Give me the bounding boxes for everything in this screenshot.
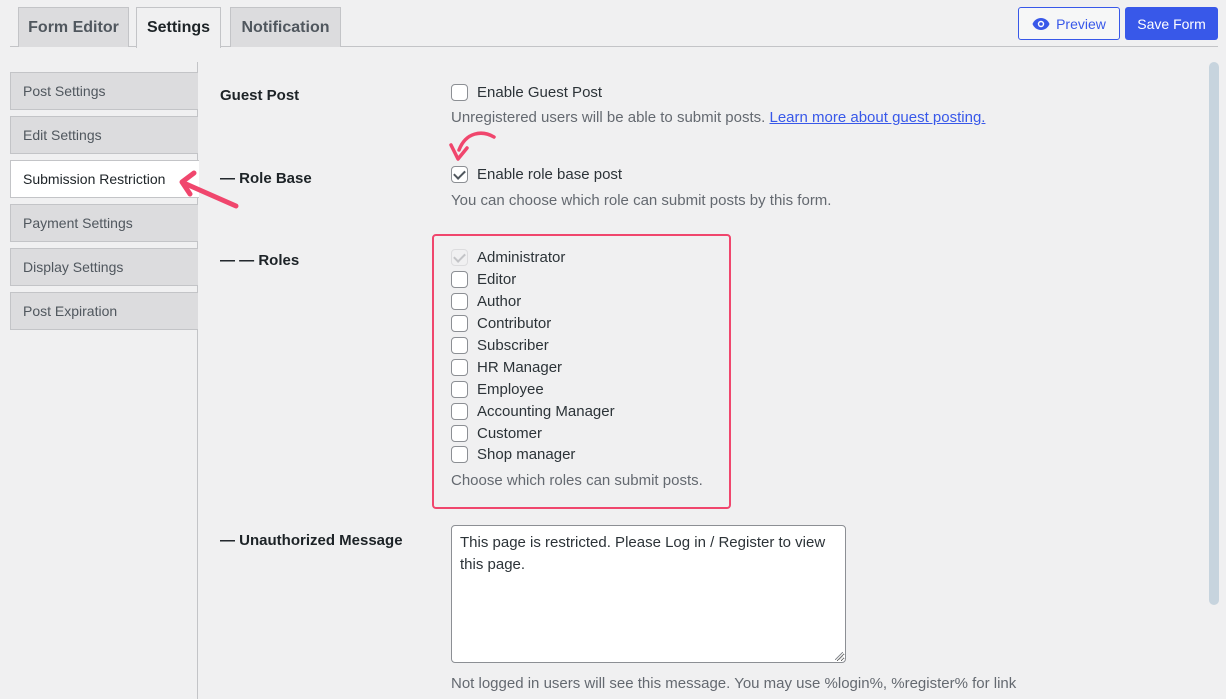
guest-post-description: Unregistered users will be able to submi… (451, 109, 985, 126)
role-checkbox-customer[interactable] (451, 424, 468, 442)
scrollbar[interactable] (1209, 62, 1219, 605)
tab-form-editor[interactable]: Form Editor (18, 7, 129, 47)
role-option-subscriber: Subscriber (451, 335, 615, 357)
role-label: Contributor (477, 315, 552, 333)
role-base-option: Enable role base post (451, 163, 622, 185)
role-label: Customer (477, 424, 543, 442)
guest-post-label: Guest Post (220, 87, 300, 104)
role-base-description: You can choose which role can submit pos… (451, 192, 832, 209)
role-base-checkbox[interactable] (451, 165, 468, 183)
eye-icon (1032, 17, 1050, 30)
guest-post-option: Enable Guest Post (451, 81, 602, 103)
tab-notification[interactable]: Notification (230, 7, 341, 47)
save-form-button[interactable]: Save Form (1125, 7, 1218, 40)
sidebar-item-submission-restriction[interactable]: Submission Restriction (10, 160, 199, 198)
role-checkbox-subscriber[interactable] (451, 337, 468, 354)
role-option-contributor: Contributor (451, 313, 615, 335)
unauthorized-message-textarea[interactable]: This page is restricted. Please Log in /… (451, 525, 846, 663)
role-label: Shop manager (477, 446, 576, 464)
resize-handle[interactable] (835, 652, 843, 660)
guest-post-checkbox[interactable] (451, 83, 468, 101)
role-checkbox-shop-manager[interactable] (451, 446, 468, 464)
role-checkbox-hr-manager[interactable] (451, 358, 468, 376)
role-base-label: — Role Base (220, 170, 312, 187)
sidebar-item-display-settings[interactable]: Display Settings (10, 248, 198, 286)
curved-annotation-arrow-icon (449, 131, 496, 161)
role-label: Accounting Manager (477, 402, 615, 420)
role-option-employee: Employee (451, 378, 615, 400)
unauthorized-message-label: — Unauthorized Message (220, 532, 403, 549)
role-option-administrator: Administrator (451, 247, 615, 269)
settings-sidebar: Post Settings Edit Settings Submission R… (10, 72, 199, 336)
role-label: Administrator (477, 249, 566, 267)
preview-button[interactable]: Preview (1018, 7, 1120, 40)
preview-label: Preview (1056, 15, 1106, 32)
role-option-accounting-manager: Accounting Manager (451, 400, 615, 422)
roles-description: Choose which roles can submit posts. (451, 472, 703, 489)
role-checkbox-accounting-manager[interactable] (451, 402, 468, 420)
role-checkbox-employee[interactable] (451, 380, 468, 398)
role-option-author: Author (451, 291, 615, 313)
role-option-editor: Editor (451, 269, 615, 291)
role-base-checkbox-label: Enable role base post (477, 165, 623, 183)
guest-post-description-text: Unregistered users will be able to submi… (451, 109, 766, 126)
role-checkbox-administrator (451, 249, 468, 267)
sidebar-item-post-settings[interactable]: Post Settings (10, 72, 198, 110)
role-checkbox-contributor[interactable] (451, 315, 468, 333)
role-label: Subscriber (477, 337, 549, 354)
role-option-shop-manager: Shop manager (451, 444, 615, 466)
unauthorized-message-value: This page is restricted. Please Log in /… (460, 534, 826, 573)
role-label: Editor (477, 271, 517, 289)
unauthorized-message-description: Not logged in users will see this messag… (451, 675, 1017, 692)
role-label: Employee (477, 380, 544, 398)
sidebar-item-post-expiration[interactable]: Post Expiration (10, 292, 198, 330)
role-option-customer: Customer (451, 422, 615, 444)
sidebar-item-payment-settings[interactable]: Payment Settings (10, 204, 198, 242)
role-option-hr-manager: HR Manager (451, 356, 615, 378)
roles-list: Administrator Editor Author Contributor … (451, 247, 615, 466)
role-checkbox-author[interactable] (451, 293, 468, 311)
guest-posting-link[interactable]: Learn more about guest posting. (769, 109, 985, 126)
role-label: Author (477, 293, 522, 311)
role-label: HR Manager (477, 358, 563, 376)
tab-settings[interactable]: Settings (136, 7, 221, 48)
guest-post-checkbox-label: Enable Guest Post (477, 83, 603, 101)
sidebar-item-edit-settings[interactable]: Edit Settings (10, 116, 198, 154)
role-checkbox-editor[interactable] (451, 271, 468, 289)
roles-label: — — Roles (220, 252, 300, 269)
